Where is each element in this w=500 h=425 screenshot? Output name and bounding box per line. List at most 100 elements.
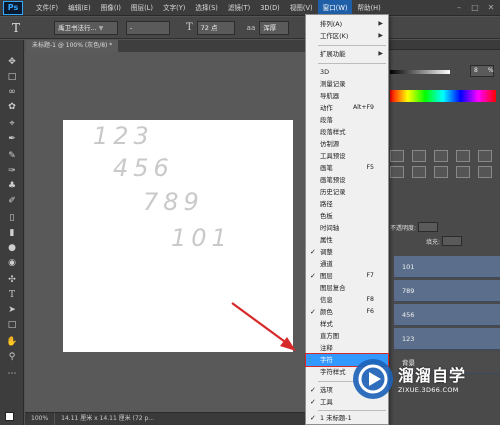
type-tool-icon[interactable]: T bbox=[12, 21, 28, 35]
menu-item-paragraph[interactable]: 段落 bbox=[306, 114, 388, 126]
channel-mixer-icon[interactable] bbox=[478, 166, 492, 178]
exposure-icon[interactable] bbox=[456, 150, 470, 162]
blur-tool-icon[interactable]: ● bbox=[5, 242, 19, 254]
menu-item-layers[interactable]: ✓ 图层 F7 bbox=[306, 270, 388, 282]
gray-value-field[interactable]: 8% bbox=[470, 65, 494, 77]
menu-item-tool-presets[interactable]: 工具预设 bbox=[306, 150, 388, 162]
layer-row[interactable]: 789 bbox=[394, 280, 500, 302]
path-select-tool-icon[interactable]: ➤ bbox=[5, 304, 19, 316]
vibrance-icon[interactable] bbox=[478, 150, 492, 162]
layer-row[interactable]: 101 bbox=[394, 256, 500, 278]
document-info[interactable]: 14.11 厘米 x 14.11 厘米 (72 p... bbox=[55, 413, 160, 425]
quick-select-tool-icon[interactable]: ✿ bbox=[5, 101, 19, 113]
menu-item-label: 样式 bbox=[320, 320, 333, 328]
menu-item-notes[interactable]: 注释 bbox=[306, 342, 388, 354]
menu-file[interactable]: 文件(F) bbox=[31, 0, 63, 16]
menu-item-adjustments[interactable]: ✓ 调整 bbox=[306, 246, 388, 258]
menu-image[interactable]: 图像(I) bbox=[96, 0, 126, 16]
menu-item-open-document[interactable]: ✓ 1 未标题-1 bbox=[306, 412, 388, 424]
font-style-select[interactable]: - bbox=[126, 20, 170, 35]
brightness-icon[interactable] bbox=[390, 150, 404, 162]
document-canvas[interactable]: 123 456 789 101 bbox=[63, 120, 293, 352]
marquee-tool-icon[interactable]: □ bbox=[5, 71, 19, 83]
menu-item-info[interactable]: 信息 F8 bbox=[306, 294, 388, 306]
pen-tool-icon[interactable]: ✣ bbox=[5, 274, 19, 286]
menu-item-brush-presets[interactable]: 画笔预设 bbox=[306, 174, 388, 186]
move-tool-icon[interactable]: ✥ bbox=[5, 56, 19, 68]
antialias-select[interactable]: 浑厚 bbox=[259, 20, 290, 35]
menu-item-label: 历史记录 bbox=[320, 188, 346, 196]
menu-item-clone-source[interactable]: 仿制源 bbox=[306, 138, 388, 150]
menu-item-layer-comps[interactable]: 图层复合 bbox=[306, 282, 388, 294]
menu-item-extensions[interactable]: 扩展功能 ▶ bbox=[306, 48, 388, 60]
menu-item-history[interactable]: 历史记录 bbox=[306, 186, 388, 198]
opacity-field[interactable] bbox=[418, 222, 439, 232]
fill-field[interactable] bbox=[442, 236, 463, 246]
zoom-level[interactable]: 100% bbox=[25, 413, 56, 425]
menu-type[interactable]: 文字(Y) bbox=[158, 0, 190, 16]
hue-icon[interactable] bbox=[390, 166, 404, 178]
menu-item-navigator[interactable]: 导航器 bbox=[306, 90, 388, 102]
healing-tool-icon[interactable]: ✎ bbox=[5, 150, 19, 162]
checkmark-icon: ✓ bbox=[310, 308, 316, 316]
color-spectrum[interactable] bbox=[390, 90, 496, 102]
canvas-text-101[interactable]: 101 bbox=[171, 224, 232, 252]
menu-filter[interactable]: 滤镜(T) bbox=[223, 0, 255, 16]
bw-icon[interactable] bbox=[434, 166, 448, 178]
crop-tool-icon[interactable]: ⌖ bbox=[5, 118, 19, 130]
menu-item-actions[interactable]: 动作 Alt+F9 bbox=[306, 102, 388, 114]
menu-item-histogram[interactable]: 直方图 bbox=[306, 330, 388, 342]
document-tab[interactable]: 未标题-1 @ 100% (灰色/8) * bbox=[26, 40, 119, 52]
menu-item-3d[interactable]: 3D bbox=[306, 66, 388, 78]
menu-item-workspace[interactable]: 工作区(K) ▶ bbox=[306, 30, 388, 42]
menu-item-swatches[interactable]: 色板 bbox=[306, 210, 388, 222]
eyedropper-tool-icon[interactable]: ✒ bbox=[5, 133, 19, 145]
canvas-text-123[interactable]: 123 bbox=[93, 122, 154, 150]
dodge-tool-icon[interactable]: ◉ bbox=[5, 257, 19, 269]
curves-icon[interactable] bbox=[434, 150, 448, 162]
more-tools-icon[interactable]: ⋯ bbox=[5, 368, 19, 380]
menu-item-paragraph-styles[interactable]: 段落样式 bbox=[306, 126, 388, 138]
maximize-icon[interactable]: □ bbox=[470, 2, 480, 12]
menu-item-color[interactable]: ✓ 颜色 F6 bbox=[306, 306, 388, 318]
menu-3d[interactable]: 3D(D) bbox=[255, 0, 285, 16]
menu-select[interactable]: 选择(S) bbox=[190, 0, 223, 16]
photo-filter-icon[interactable] bbox=[456, 166, 470, 178]
menu-layer[interactable]: 图层(L) bbox=[126, 0, 158, 16]
menu-item-brush[interactable]: 画笔 F5 bbox=[306, 162, 388, 174]
tools-panel: ✥ □ ∞ ✿ ⌖ ✒ ✎ ✑ ♣ ✐ ▯ ▮ ● ◉ ✣ T ➤ □ ✋ ⚲ … bbox=[0, 40, 24, 425]
clone-stamp-tool-icon[interactable]: ♣ bbox=[5, 180, 19, 192]
menu-item-label: 工具 bbox=[320, 398, 333, 406]
menu-item-paths[interactable]: 路径 bbox=[306, 198, 388, 210]
layers-controls: 不透明度: 填充: bbox=[384, 220, 500, 248]
foreground-color-swatch[interactable] bbox=[5, 412, 14, 421]
minimize-icon[interactable]: – bbox=[454, 2, 464, 12]
close-icon[interactable]: ✕ bbox=[486, 2, 496, 12]
eraser-tool-icon[interactable]: ▯ bbox=[5, 212, 19, 224]
brush-tool-icon[interactable]: ✑ bbox=[5, 165, 19, 177]
menu-item-styles[interactable]: 样式 bbox=[306, 318, 388, 330]
lasso-tool-icon[interactable]: ∞ bbox=[5, 86, 19, 98]
levels-icon[interactable] bbox=[412, 150, 426, 162]
menu-item-timeline[interactable]: 时间轴 bbox=[306, 222, 388, 234]
layer-row[interactable]: 123 bbox=[394, 328, 500, 350]
gray-slider[interactable] bbox=[390, 70, 450, 74]
zoom-tool-icon[interactable]: ⚲ bbox=[5, 351, 19, 363]
menu-item-measurement-log[interactable]: 测量记录 bbox=[306, 78, 388, 90]
menu-item-arrange[interactable]: 排列(A) ▶ bbox=[306, 18, 388, 30]
fill-label: 填充: bbox=[426, 238, 441, 246]
history-brush-tool-icon[interactable]: ✐ bbox=[5, 195, 19, 207]
menu-item-channels[interactable]: 通道 bbox=[306, 258, 388, 270]
color-balance-icon[interactable] bbox=[412, 166, 426, 178]
font-size-select[interactable]: 72 点 bbox=[196, 20, 235, 35]
gradient-tool-icon[interactable]: ▮ bbox=[5, 227, 19, 239]
menu-edit[interactable]: 编辑(E) bbox=[63, 0, 96, 16]
canvas-text-456[interactable]: 456 bbox=[113, 154, 174, 182]
menu-item-properties[interactable]: 属性 bbox=[306, 234, 388, 246]
font-family-select[interactable]: 禹卫书法行... ▼ bbox=[54, 20, 118, 35]
hand-tool-icon[interactable]: ✋ bbox=[5, 336, 19, 348]
layer-row[interactable]: 456 bbox=[394, 304, 500, 326]
shape-tool-icon[interactable]: □ bbox=[5, 319, 19, 331]
type-tool-icon[interactable]: T bbox=[5, 289, 19, 301]
canvas-text-789[interactable]: 789 bbox=[143, 188, 204, 216]
